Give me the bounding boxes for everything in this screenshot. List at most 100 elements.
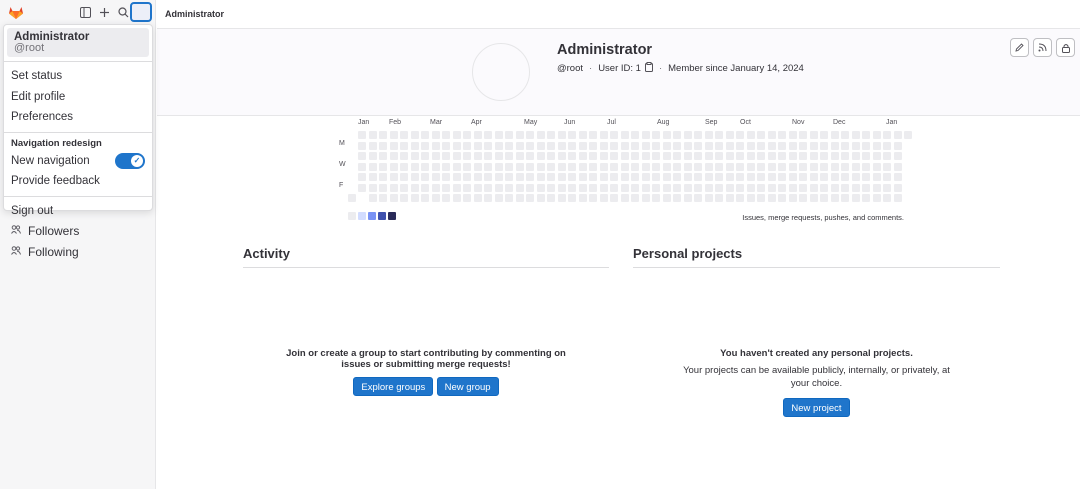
calendar-day-cell[interactable] <box>589 152 597 160</box>
calendar-day-cell[interactable] <box>841 183 849 192</box>
calendar-day-cell[interactable] <box>715 162 723 171</box>
calendar-day-cell[interactable] <box>421 131 429 139</box>
calendar-day-cell[interactable] <box>379 152 387 160</box>
calendar-day-cell[interactable] <box>652 194 660 202</box>
calendar-day-cell[interactable] <box>788 141 797 150</box>
calendar-day-cell[interactable] <box>400 162 408 171</box>
calendar-day-cell[interactable] <box>358 173 366 181</box>
calendar-day-cell[interactable] <box>809 141 818 150</box>
calendar-day-cell[interactable] <box>494 131 503 139</box>
calendar-day-cell[interactable] <box>652 162 660 171</box>
calendar-day-cell[interactable] <box>421 173 429 181</box>
calendar-day-cell[interactable] <box>568 183 576 192</box>
calendar-day-cell[interactable] <box>515 152 524 160</box>
calendar-day-cell[interactable] <box>515 162 524 171</box>
calendar-day-cell[interactable] <box>830 183 839 192</box>
menu-item-new-navigation[interactable]: New navigation ✓ <box>4 151 152 172</box>
calendar-day-cell[interactable] <box>862 131 870 139</box>
calendar-day-cell[interactable] <box>410 194 419 202</box>
calendar-day-cell[interactable] <box>578 194 587 202</box>
calendar-day-cell[interactable] <box>872 152 881 160</box>
calendar-day-cell[interactable] <box>568 162 576 171</box>
calendar-day-cell[interactable] <box>526 141 534 150</box>
calendar-day-cell[interactable] <box>379 162 387 171</box>
calendar-day-cell[interactable] <box>767 183 776 192</box>
user-avatar-button[interactable] <box>130 2 152 22</box>
calendar-day-cell[interactable] <box>725 183 734 192</box>
calendar-day-cell[interactable] <box>389 131 398 139</box>
calendar-day-cell[interactable] <box>484 141 492 150</box>
calendar-day-cell[interactable] <box>862 173 870 181</box>
calendar-day-cell[interactable] <box>358 162 366 171</box>
calendar-day-cell[interactable] <box>389 173 398 181</box>
calendar-day-cell[interactable] <box>515 194 524 202</box>
calendar-day-cell[interactable] <box>893 183 902 192</box>
calendar-day-cell[interactable] <box>841 131 849 139</box>
calendar-day-cell[interactable] <box>893 194 902 202</box>
calendar-day-cell[interactable] <box>568 152 576 160</box>
calendar-day-cell[interactable] <box>568 131 576 139</box>
calendar-day-cell[interactable] <box>820 162 828 171</box>
calendar-day-cell[interactable] <box>526 194 534 202</box>
calendar-day-cell[interactable] <box>589 194 597 202</box>
calendar-day-cell[interactable] <box>715 173 723 181</box>
calendar-day-cell[interactable] <box>368 141 377 150</box>
calendar-day-cell[interactable] <box>389 194 398 202</box>
calendar-day-cell[interactable] <box>431 183 440 192</box>
calendar-day-cell[interactable] <box>662 141 671 150</box>
calendar-day-cell[interactable] <box>736 162 744 171</box>
calendar-day-cell[interactable] <box>442 173 450 181</box>
calendar-day-cell[interactable] <box>757 183 765 192</box>
calendar-day-cell[interactable] <box>536 162 545 171</box>
calendar-day-cell[interactable] <box>799 173 807 181</box>
calendar-day-cell[interactable] <box>809 152 818 160</box>
calendar-day-cell[interactable] <box>704 141 713 150</box>
calendar-day-cell[interactable] <box>893 173 902 181</box>
calendar-day-cell[interactable] <box>505 152 513 160</box>
calendar-day-cell[interactable] <box>358 141 366 150</box>
calendar-day-cell[interactable] <box>872 141 881 150</box>
calendar-day-cell[interactable] <box>830 131 839 139</box>
calendar-day-cell[interactable] <box>421 183 429 192</box>
menu-item-set-status[interactable]: Set status <box>4 66 152 87</box>
calendar-day-cell[interactable] <box>494 162 503 171</box>
calendar-day-cell[interactable] <box>767 131 776 139</box>
calendar-day-cell[interactable] <box>410 162 419 171</box>
calendar-day-cell[interactable] <box>694 131 702 139</box>
calendar-day-cell[interactable] <box>442 162 450 171</box>
calendar-day-cell[interactable] <box>421 162 429 171</box>
menu-item-sign-out[interactable]: Sign out <box>4 201 152 222</box>
calendar-day-cell[interactable] <box>494 194 503 202</box>
calendar-day-cell[interactable] <box>620 183 629 192</box>
calendar-day-cell[interactable] <box>673 131 681 139</box>
calendar-day-cell[interactable] <box>673 183 681 192</box>
calendar-day-cell[interactable] <box>778 141 786 150</box>
calendar-day-cell[interactable] <box>610 162 618 171</box>
calendar-day-cell[interactable] <box>431 141 440 150</box>
calendar-day-cell[interactable] <box>421 141 429 150</box>
sidebar-item-followers[interactable]: Followers <box>0 220 156 241</box>
calendar-day-cell[interactable] <box>841 141 849 150</box>
calendar-day-cell[interactable] <box>841 194 849 202</box>
calendar-day-cell[interactable] <box>452 131 461 139</box>
calendar-day-cell[interactable] <box>631 194 639 202</box>
calendar-day-cell[interactable] <box>736 141 744 150</box>
calendar-day-cell[interactable] <box>368 183 377 192</box>
calendar-day-cell[interactable] <box>473 141 482 150</box>
calendar-day-cell[interactable] <box>883 183 891 192</box>
calendar-day-cell[interactable] <box>421 152 429 160</box>
calendar-day-cell[interactable] <box>505 141 513 150</box>
calendar-day-cell[interactable] <box>641 173 650 181</box>
calendar-day-cell[interactable] <box>704 162 713 171</box>
new-project-button[interactable]: New project <box>783 398 850 417</box>
calendar-day-cell[interactable] <box>358 131 366 139</box>
calendar-day-cell[interactable] <box>536 183 545 192</box>
calendar-day-cell[interactable] <box>557 141 566 150</box>
calendar-day-cell[interactable] <box>515 173 524 181</box>
calendar-day-cell[interactable] <box>662 131 671 139</box>
calendar-day-cell[interactable] <box>442 131 450 139</box>
calendar-day-cell[interactable] <box>631 131 639 139</box>
calendar-day-cell[interactable] <box>904 131 912 139</box>
calendar-day-cell[interactable] <box>851 152 860 160</box>
calendar-day-cell[interactable] <box>631 162 639 171</box>
